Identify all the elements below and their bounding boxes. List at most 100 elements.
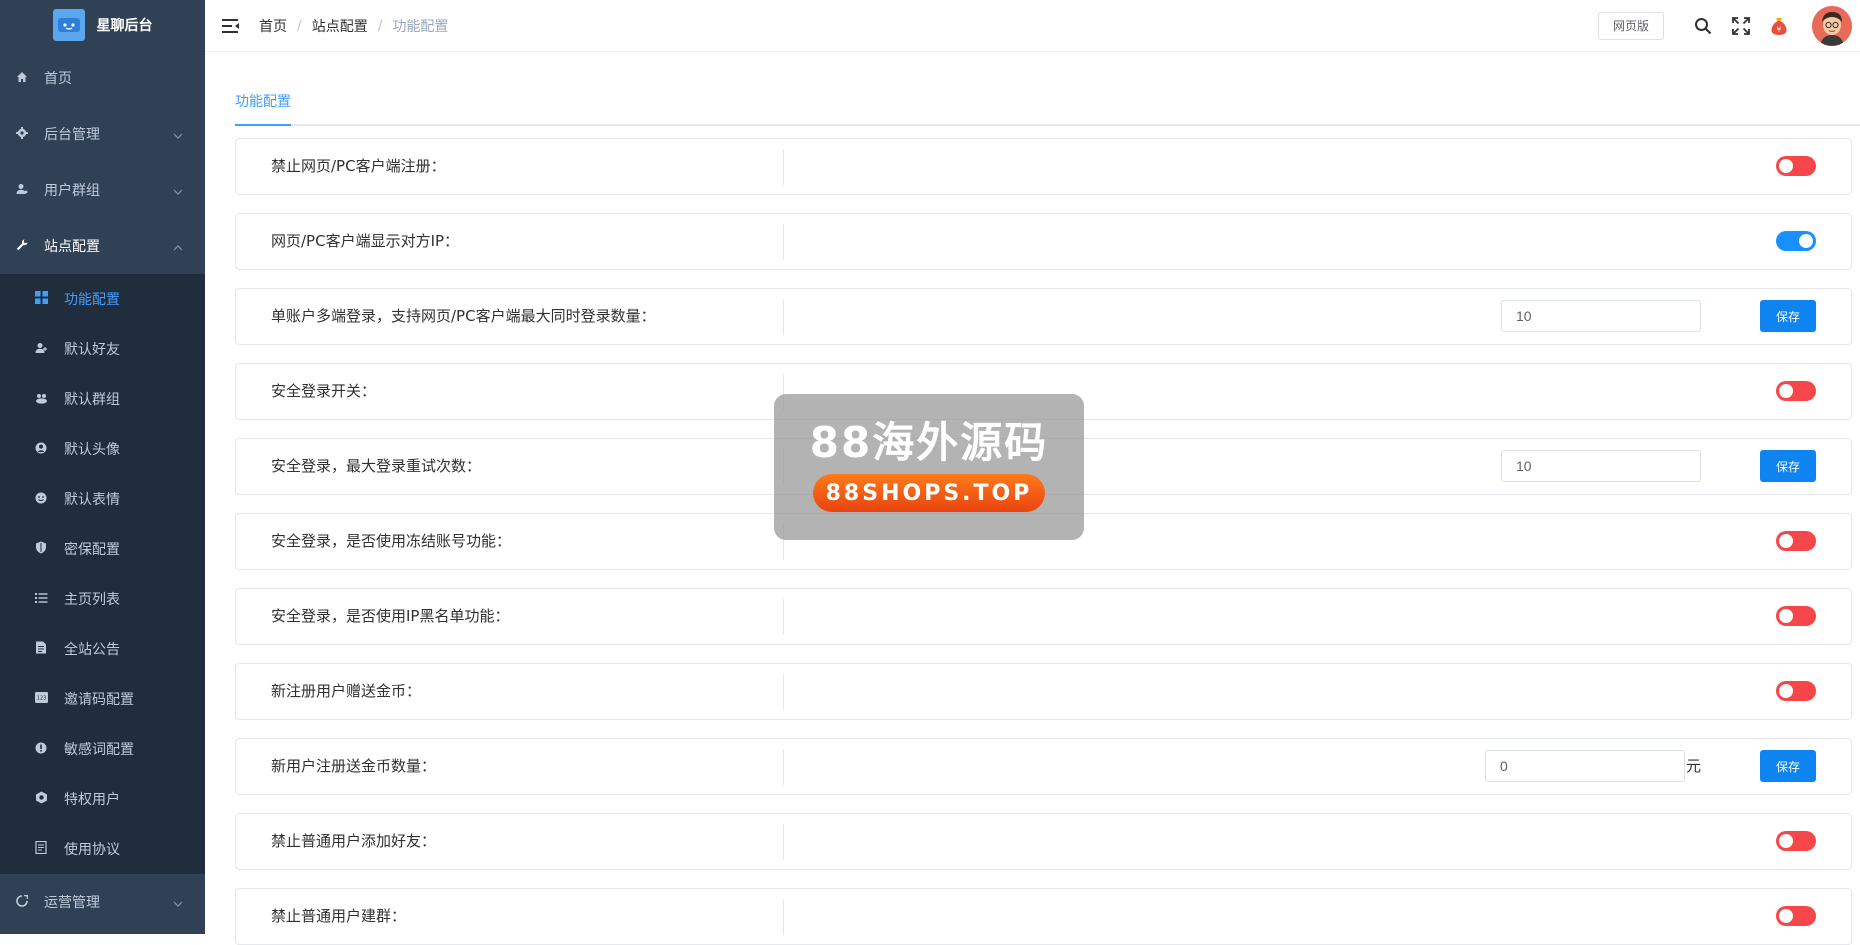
sidebar-item-home-list[interactable]: 主页列表 [0, 574, 205, 624]
toggle-switch[interactable] [1776, 231, 1816, 251]
toggle-switch[interactable] [1776, 156, 1816, 176]
save-button[interactable]: 保存 [1760, 450, 1816, 482]
divider [783, 824, 784, 860]
max-login-count-input[interactable] [1501, 300, 1701, 332]
sidebar-item-label: 首页 [44, 71, 72, 87]
setting-row: 新注册用户赠送金币： [235, 663, 1852, 720]
chevron-down-icon [173, 129, 183, 145]
divider [783, 749, 784, 785]
switch-knob [1799, 234, 1813, 248]
document-icon [34, 840, 48, 857]
watermark-overlay: 88海外源码 88SHOPS.TOP [774, 394, 1084, 540]
breadcrumb-item[interactable]: 站点配置 [312, 16, 368, 36]
setting-row: 单账户多端登录，支持网页/PC客户端最大同时登录数量： 保存 [235, 288, 1852, 345]
sidebar-item-sensitive-words[interactable]: 敏感词配置 [0, 724, 205, 774]
sidebar-item-default-emoji[interactable]: 默认表情 [0, 474, 205, 524]
toggle-switch[interactable] [1776, 681, 1816, 701]
sidebar-item-label: 使用协议 [64, 842, 120, 858]
max-retry-input[interactable] [1501, 450, 1701, 482]
sidebar-item-label: 默认好友 [64, 342, 120, 358]
avatar-icon [34, 442, 48, 457]
unit-label: 元 [1685, 757, 1701, 775]
sidebar-item-default-groups[interactable]: 默认群组 [0, 374, 205, 424]
toggle-switch[interactable] [1776, 831, 1816, 851]
sidebar-item-announcement[interactable]: 全站公告 [0, 624, 205, 674]
setting-label: 禁止普通用户建群： [271, 907, 407, 925]
hamburger-icon[interactable] [221, 16, 241, 36]
header-actions: 网页版 ¥ [1597, 0, 1860, 51]
setting-row: 禁止网页/PC客户端注册： [235, 138, 1852, 195]
avatar[interactable] [1812, 5, 1852, 46]
sidebar-item-label: 运营管理 [44, 895, 100, 911]
sidebar-item-user-groups[interactable]: 用户群组 [0, 162, 205, 218]
breadcrumb-item[interactable]: 首页 [259, 16, 287, 36]
web-version-button[interactable]: 网页版 [1597, 11, 1664, 40]
breadcrumb: 首页 / 站点配置 / 功能配置 [259, 16, 448, 36]
setting-label: 安全登录开关： [271, 382, 377, 400]
sidebar-item-label: 功能配置 [64, 292, 120, 308]
breadcrumb-separator: / [297, 17, 302, 34]
sidebar-item-label: 全站公告 [64, 642, 120, 658]
sidebar-item-label: 邀请码配置 [64, 692, 134, 708]
coin-amount-input[interactable] [1485, 750, 1685, 782]
sidebar-item-vip-users[interactable]: 特权用户 [0, 774, 205, 824]
setting-label: 新注册用户赠送金币： [271, 682, 422, 700]
switch-knob [1779, 834, 1793, 848]
save-button[interactable]: 保存 [1760, 750, 1816, 782]
sidebar-item-default-avatar[interactable]: 默认头像 [0, 424, 205, 474]
money-bag-icon[interactable]: ¥ [1767, 14, 1791, 38]
group-icon [34, 392, 48, 407]
user-add-icon [34, 342, 48, 357]
sidebar-item-label: 主页列表 [64, 592, 120, 608]
chevron-down-icon [173, 185, 183, 201]
setting-label: 禁止网页/PC客户端注册： [271, 157, 446, 175]
search-icon[interactable] [1691, 14, 1715, 38]
toggle-switch[interactable] [1776, 606, 1816, 626]
setting-label: 单账户多端登录，支持网页/PC客户端最大同时登录数量： [271, 307, 656, 325]
toggle-switch[interactable] [1776, 381, 1816, 401]
sidebar-item-label: 敏感词配置 [64, 742, 134, 758]
home-icon [14, 71, 30, 86]
logo [52, 9, 85, 41]
save-button[interactable]: 保存 [1760, 300, 1816, 332]
toggle-switch[interactable] [1776, 906, 1816, 926]
switch-knob [1779, 384, 1793, 398]
divider [783, 674, 784, 710]
operations-icon [14, 894, 30, 910]
watermark-subtitle: 88SHOPS.TOP [813, 474, 1045, 512]
sidebar-item-label: 站点配置 [44, 239, 100, 255]
sidebar-item-user-agreement[interactable]: 使用协议 [0, 824, 205, 874]
switch-knob [1779, 609, 1793, 623]
sidebar-item-label: 用户群组 [44, 183, 100, 199]
fullscreen-icon[interactable] [1729, 14, 1753, 38]
sidebar-item-feature-config[interactable]: 功能配置 [0, 274, 205, 324]
sidebar-item-admin[interactable]: 后台管理 [0, 106, 205, 162]
divider [783, 224, 784, 260]
sidebar-item-label: 特权用户 [64, 792, 120, 808]
sidebar-item-security-question[interactable]: 密保配置 [0, 524, 205, 574]
app-title: 星聊后台 [96, 18, 153, 34]
wrench-icon [14, 239, 30, 254]
sidebar-item-default-friends[interactable]: 默认好友 [0, 324, 205, 374]
list-icon [34, 592, 48, 607]
sidebar-item-label: 默认表情 [64, 492, 120, 508]
toggle-switch[interactable] [1776, 531, 1816, 551]
grid-icon [34, 291, 48, 307]
setting-row: 禁止普通用户添加好友： [235, 813, 1852, 870]
breadcrumb-separator: / [377, 17, 383, 34]
notice-icon [34, 641, 48, 657]
sidebar-item-operations[interactable]: 运营管理 [0, 874, 205, 930]
tab-feature-config[interactable]: 功能配置 [235, 88, 291, 124]
tab-active-indicator [235, 124, 291, 126]
sidebar-item-home[interactable]: 首页 [0, 50, 205, 106]
divider [783, 299, 784, 335]
sidebar-item-site-config[interactable]: 站点配置 [0, 218, 205, 274]
sidebar-item-invite-code[interactable]: 123 邀请码配置 [0, 674, 205, 724]
chevron-down-icon [173, 897, 183, 913]
switch-knob [1779, 159, 1793, 173]
breadcrumb-current: 功能配置 [392, 18, 449, 35]
setting-row: 禁止普通用户建群： [235, 888, 1852, 945]
brand: 星聊后台 [0, 0, 205, 50]
setting-row: 安全登录，是否使用IP黑名单功能： [235, 588, 1852, 645]
sidebar: 星聊后台 首页 后台管理 用户群组 站点配置 功能配置 默认好友 默认群组 默认… [0, 0, 205, 934]
